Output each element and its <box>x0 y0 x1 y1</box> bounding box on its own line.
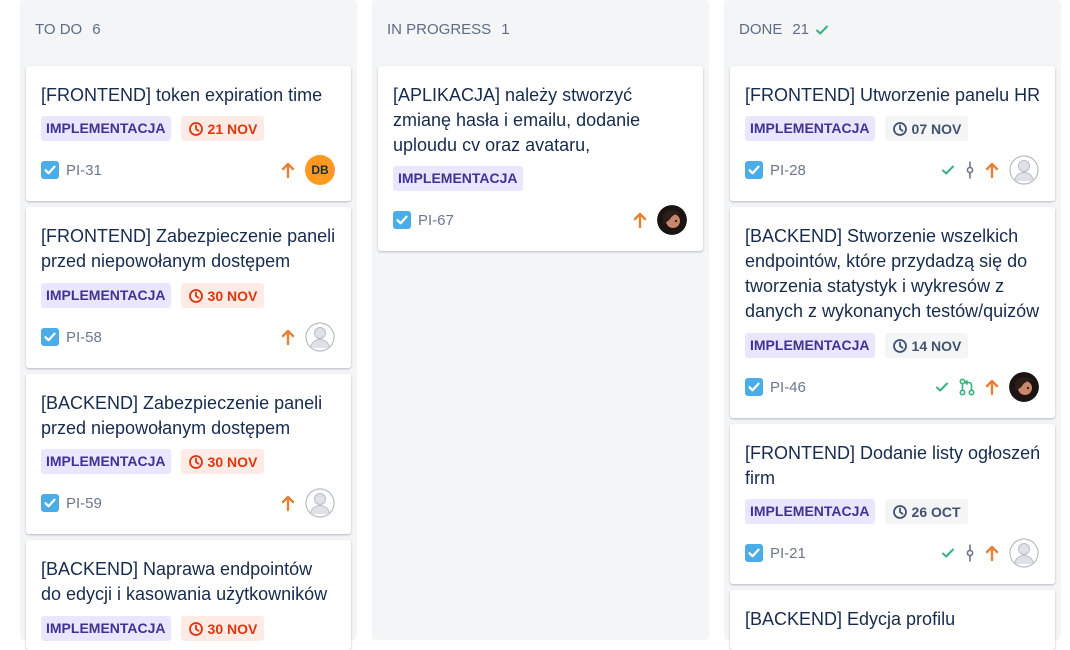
issue-card[interactable]: [FRONTEND] Zabezpieczenie paneli przed n… <box>26 207 351 368</box>
clock-icon <box>188 121 203 136</box>
issue-card[interactable]: [BACKEND] Stworzenie wszelkich endpointó… <box>730 207 1055 418</box>
priority-arrow-up-icon <box>985 162 999 179</box>
issue-title: [FRONTEND] token expiration time <box>41 85 323 105</box>
issue-key[interactable]: PI-58 <box>66 329 102 346</box>
column-count: 6 <box>92 21 101 38</box>
task-checkbox-icon <box>41 161 59 179</box>
column-done-checkmark-icon <box>815 23 829 37</box>
issue-key[interactable]: PI-31 <box>66 162 102 179</box>
due-date-badge: 26 OCT <box>884 499 968 524</box>
column-count: 21 <box>792 21 810 38</box>
column-title: IN PROGRESS <box>387 21 492 38</box>
task-checkbox-icon <box>41 494 59 512</box>
due-date-badge: 14 NOV <box>884 333 969 358</box>
epic-label[interactable]: IMPLEMENTACJA <box>745 116 875 141</box>
column-todo: TO DO 6 [FRONTEND] token expiration time… <box>20 0 357 650</box>
column-title: DONE <box>739 21 783 38</box>
due-date-badge: 30 NOV <box>180 449 265 474</box>
due-date-badge: 21 NOV <box>180 116 265 141</box>
column-header: IN PROGRESS 1 <box>387 21 510 38</box>
issue-title: [BACKEND] Edycja profilu <box>745 609 956 629</box>
epic-label[interactable]: IMPLEMENTACJA <box>745 333 875 358</box>
issue-card[interactable]: [FRONTEND] token expiration time IMPLEME… <box>26 66 351 201</box>
unassigned-avatar-icon[interactable] <box>305 488 335 518</box>
user-photo-avatar[interactable] <box>657 205 687 235</box>
issue-title: [BACKEND] Zabezpieczenie paneli przed ni… <box>41 393 323 438</box>
issue-key[interactable]: PI-21 <box>770 545 806 562</box>
epic-label[interactable]: IMPLEMENTACJA <box>41 283 171 308</box>
clock-icon <box>892 338 907 353</box>
commit-icon[interactable] <box>965 544 975 562</box>
issue-card[interactable]: [FRONTEND] Dodanie listy ogłoszeń firm I… <box>730 424 1055 584</box>
task-checkbox-icon <box>393 211 411 229</box>
user-photo-avatar[interactable] <box>1009 372 1039 402</box>
due-date-badge: 30 NOV <box>180 283 265 308</box>
commit-icon[interactable] <box>965 161 975 179</box>
priority-arrow-up-icon <box>281 495 295 512</box>
issue-key[interactable]: PI-46 <box>770 379 806 396</box>
column-count: 1 <box>501 21 510 38</box>
priority-arrow-up-icon <box>633 212 647 229</box>
issue-card[interactable]: [BACKEND] Edycja profilu <box>730 590 1055 650</box>
column-header: TO DO 6 <box>35 21 101 38</box>
issue-title: [FRONTEND] Utworzenie panelu HR <box>745 85 1041 105</box>
issue-key[interactable]: PI-59 <box>66 495 102 512</box>
task-checkbox-icon <box>745 378 763 396</box>
clock-icon <box>892 121 907 136</box>
priority-arrow-up-icon <box>281 162 295 179</box>
issue-card[interactable]: [FRONTEND] Utworzenie panelu HR IMPLEMEN… <box>730 66 1055 201</box>
issue-key[interactable]: PI-28 <box>770 162 806 179</box>
issue-card[interactable]: [BACKEND] Naprawa endpointów do edycji i… <box>26 540 351 650</box>
clock-icon <box>188 288 203 303</box>
issue-key[interactable]: PI-67 <box>418 212 454 229</box>
unassigned-avatar-icon[interactable] <box>1009 155 1039 185</box>
issue-card[interactable]: [APLIKACJA] należy stworzyć zmianę hasła… <box>378 66 703 251</box>
epic-label[interactable]: IMPLEMENTACJA <box>745 499 875 524</box>
issue-title: [BACKEND] Stworzenie wszelkich endpointó… <box>745 226 1040 321</box>
task-checkbox-icon <box>41 328 59 346</box>
column-in-progress: IN PROGRESS 1 [APLIKACJA] należy stworzy… <box>372 0 709 640</box>
clock-icon <box>188 454 203 469</box>
column-header: DONE 21 <box>739 21 829 38</box>
assignee-avatar[interactable]: DB <box>305 155 335 185</box>
pull-request-icon[interactable] <box>959 378 975 396</box>
priority-arrow-up-icon <box>985 545 999 562</box>
epic-label[interactable]: IMPLEMENTACJA <box>393 166 523 191</box>
epic-label[interactable]: IMPLEMENTACJA <box>41 449 171 474</box>
column-title: TO DO <box>35 21 83 38</box>
task-checkbox-icon <box>745 544 763 562</box>
checkmark-icon <box>942 165 954 175</box>
issue-title: [FRONTEND] Zabezpieczenie paneli przed n… <box>41 226 336 271</box>
issue-title: [BACKEND] Naprawa endpointów do edycji i… <box>41 559 328 604</box>
clock-icon <box>892 504 907 519</box>
checkmark-icon <box>936 382 948 392</box>
priority-arrow-up-icon <box>281 329 295 346</box>
checkmark-icon <box>942 548 954 558</box>
due-date-badge: 07 NOV <box>884 116 969 141</box>
task-checkbox-icon <box>745 161 763 179</box>
epic-label[interactable]: IMPLEMENTACJA <box>41 116 171 141</box>
column-done: DONE 21 [FRONTEND] Utworzenie panelu HR … <box>724 0 1061 650</box>
priority-arrow-up-icon <box>985 379 999 396</box>
issue-title: [FRONTEND] Dodanie listy ogłoszeń firm <box>745 443 1041 488</box>
issue-title: [APLIKACJA] należy stworzyć zmianę hasła… <box>393 85 641 155</box>
issue-card[interactable]: [BACKEND] Zabezpieczenie paneli przed ni… <box>26 374 351 534</box>
unassigned-avatar-icon[interactable] <box>1009 538 1039 568</box>
unassigned-avatar-icon[interactable] <box>305 322 335 352</box>
